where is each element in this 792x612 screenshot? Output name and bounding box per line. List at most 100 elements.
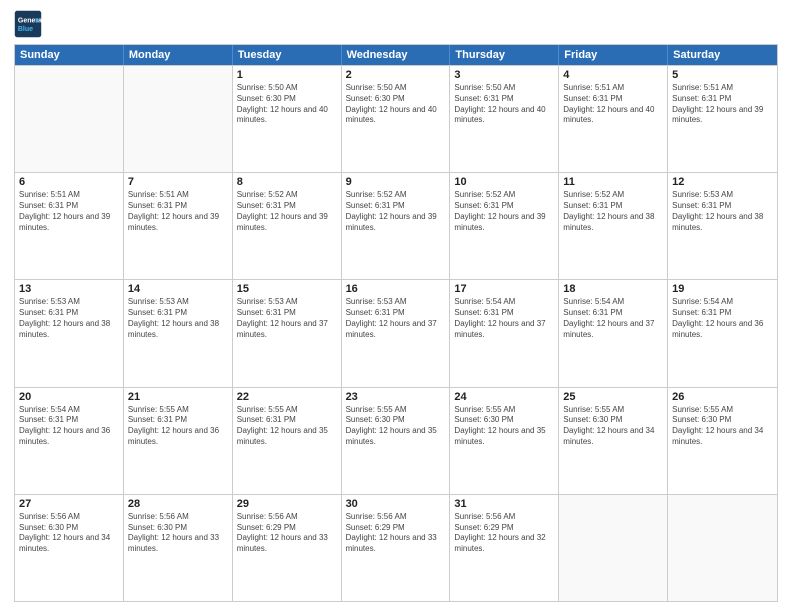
- day-cell-10: 10 Sunrise: 5:52 AMSunset: 6:31 PMDaylig…: [450, 173, 559, 279]
- day-detail: Sunrise: 5:56 AMSunset: 6:29 PMDaylight:…: [454, 512, 554, 555]
- empty-cell: [559, 495, 668, 601]
- day-detail: Sunrise: 5:55 AMSunset: 6:30 PMDaylight:…: [672, 405, 773, 448]
- day-header-thursday: Thursday: [450, 45, 559, 65]
- day-number: 3: [454, 69, 554, 81]
- day-detail: Sunrise: 5:51 AMSunset: 6:31 PMDaylight:…: [19, 190, 119, 233]
- day-detail: Sunrise: 5:54 AMSunset: 6:31 PMDaylight:…: [563, 297, 663, 340]
- day-cell-16: 16 Sunrise: 5:53 AMSunset: 6:31 PMDaylig…: [342, 280, 451, 386]
- day-cell-25: 25 Sunrise: 5:55 AMSunset: 6:30 PMDaylig…: [559, 388, 668, 494]
- empty-cell: [15, 66, 124, 172]
- empty-cell: [124, 66, 233, 172]
- page: General Blue SundayMondayTuesdayWednesda…: [0, 0, 792, 612]
- calendar-body: 1 Sunrise: 5:50 AMSunset: 6:30 PMDayligh…: [15, 65, 777, 601]
- day-detail: Sunrise: 5:54 AMSunset: 6:31 PMDaylight:…: [454, 297, 554, 340]
- day-detail: Sunrise: 5:52 AMSunset: 6:31 PMDaylight:…: [346, 190, 446, 233]
- day-number: 26: [672, 391, 773, 403]
- day-cell-13: 13 Sunrise: 5:53 AMSunset: 6:31 PMDaylig…: [15, 280, 124, 386]
- day-cell-6: 6 Sunrise: 5:51 AMSunset: 6:31 PMDayligh…: [15, 173, 124, 279]
- day-cell-15: 15 Sunrise: 5:53 AMSunset: 6:31 PMDaylig…: [233, 280, 342, 386]
- day-detail: Sunrise: 5:56 AMSunset: 6:30 PMDaylight:…: [128, 512, 228, 555]
- day-header-tuesday: Tuesday: [233, 45, 342, 65]
- day-detail: Sunrise: 5:54 AMSunset: 6:31 PMDaylight:…: [19, 405, 119, 448]
- day-number: 13: [19, 283, 119, 295]
- day-detail: Sunrise: 5:51 AMSunset: 6:31 PMDaylight:…: [563, 83, 663, 126]
- day-cell-5: 5 Sunrise: 5:51 AMSunset: 6:31 PMDayligh…: [668, 66, 777, 172]
- day-number: 11: [563, 176, 663, 188]
- day-cell-14: 14 Sunrise: 5:53 AMSunset: 6:31 PMDaylig…: [124, 280, 233, 386]
- day-number: 20: [19, 391, 119, 403]
- day-header-wednesday: Wednesday: [342, 45, 451, 65]
- day-number: 31: [454, 498, 554, 510]
- week-row-4: 20 Sunrise: 5:54 AMSunset: 6:31 PMDaylig…: [15, 387, 777, 494]
- day-detail: Sunrise: 5:50 AMSunset: 6:30 PMDaylight:…: [237, 83, 337, 126]
- day-cell-19: 19 Sunrise: 5:54 AMSunset: 6:31 PMDaylig…: [668, 280, 777, 386]
- day-detail: Sunrise: 5:53 AMSunset: 6:31 PMDaylight:…: [128, 297, 228, 340]
- day-number: 14: [128, 283, 228, 295]
- day-number: 12: [672, 176, 773, 188]
- day-detail: Sunrise: 5:52 AMSunset: 6:31 PMDaylight:…: [454, 190, 554, 233]
- day-detail: Sunrise: 5:55 AMSunset: 6:31 PMDaylight:…: [128, 405, 228, 448]
- day-detail: Sunrise: 5:54 AMSunset: 6:31 PMDaylight:…: [672, 297, 773, 340]
- day-detail: Sunrise: 5:56 AMSunset: 6:30 PMDaylight:…: [19, 512, 119, 555]
- day-number: 5: [672, 69, 773, 81]
- day-cell-21: 21 Sunrise: 5:55 AMSunset: 6:31 PMDaylig…: [124, 388, 233, 494]
- day-cell-9: 9 Sunrise: 5:52 AMSunset: 6:31 PMDayligh…: [342, 173, 451, 279]
- day-cell-11: 11 Sunrise: 5:52 AMSunset: 6:31 PMDaylig…: [559, 173, 668, 279]
- day-number: 18: [563, 283, 663, 295]
- day-number: 23: [346, 391, 446, 403]
- day-number: 9: [346, 176, 446, 188]
- day-cell-23: 23 Sunrise: 5:55 AMSunset: 6:30 PMDaylig…: [342, 388, 451, 494]
- day-detail: Sunrise: 5:50 AMSunset: 6:30 PMDaylight:…: [346, 83, 446, 126]
- day-header-sunday: Sunday: [15, 45, 124, 65]
- logo-icon: General Blue: [14, 10, 42, 38]
- day-cell-28: 28 Sunrise: 5:56 AMSunset: 6:30 PMDaylig…: [124, 495, 233, 601]
- day-cell-1: 1 Sunrise: 5:50 AMSunset: 6:30 PMDayligh…: [233, 66, 342, 172]
- day-detail: Sunrise: 5:56 AMSunset: 6:29 PMDaylight:…: [346, 512, 446, 555]
- day-cell-26: 26 Sunrise: 5:55 AMSunset: 6:30 PMDaylig…: [668, 388, 777, 494]
- week-row-3: 13 Sunrise: 5:53 AMSunset: 6:31 PMDaylig…: [15, 279, 777, 386]
- day-number: 19: [672, 283, 773, 295]
- day-detail: Sunrise: 5:51 AMSunset: 6:31 PMDaylight:…: [672, 83, 773, 126]
- day-detail: Sunrise: 5:53 AMSunset: 6:31 PMDaylight:…: [672, 190, 773, 233]
- day-number: 15: [237, 283, 337, 295]
- day-cell-17: 17 Sunrise: 5:54 AMSunset: 6:31 PMDaylig…: [450, 280, 559, 386]
- week-row-1: 1 Sunrise: 5:50 AMSunset: 6:30 PMDayligh…: [15, 65, 777, 172]
- day-cell-18: 18 Sunrise: 5:54 AMSunset: 6:31 PMDaylig…: [559, 280, 668, 386]
- day-cell-7: 7 Sunrise: 5:51 AMSunset: 6:31 PMDayligh…: [124, 173, 233, 279]
- day-detail: Sunrise: 5:55 AMSunset: 6:30 PMDaylight:…: [346, 405, 446, 448]
- day-number: 17: [454, 283, 554, 295]
- day-number: 6: [19, 176, 119, 188]
- day-detail: Sunrise: 5:53 AMSunset: 6:31 PMDaylight:…: [19, 297, 119, 340]
- day-number: 24: [454, 391, 554, 403]
- day-detail: Sunrise: 5:55 AMSunset: 6:30 PMDaylight:…: [563, 405, 663, 448]
- day-cell-2: 2 Sunrise: 5:50 AMSunset: 6:30 PMDayligh…: [342, 66, 451, 172]
- day-detail: Sunrise: 5:50 AMSunset: 6:31 PMDaylight:…: [454, 83, 554, 126]
- day-number: 25: [563, 391, 663, 403]
- day-number: 1: [237, 69, 337, 81]
- day-detail: Sunrise: 5:52 AMSunset: 6:31 PMDaylight:…: [237, 190, 337, 233]
- day-number: 29: [237, 498, 337, 510]
- day-cell-27: 27 Sunrise: 5:56 AMSunset: 6:30 PMDaylig…: [15, 495, 124, 601]
- day-cell-31: 31 Sunrise: 5:56 AMSunset: 6:29 PMDaylig…: [450, 495, 559, 601]
- day-detail: Sunrise: 5:53 AMSunset: 6:31 PMDaylight:…: [346, 297, 446, 340]
- day-detail: Sunrise: 5:56 AMSunset: 6:29 PMDaylight:…: [237, 512, 337, 555]
- day-number: 16: [346, 283, 446, 295]
- day-number: 22: [237, 391, 337, 403]
- day-detail: Sunrise: 5:55 AMSunset: 6:30 PMDaylight:…: [454, 405, 554, 448]
- day-detail: Sunrise: 5:53 AMSunset: 6:31 PMDaylight:…: [237, 297, 337, 340]
- day-cell-29: 29 Sunrise: 5:56 AMSunset: 6:29 PMDaylig…: [233, 495, 342, 601]
- day-header-monday: Monday: [124, 45, 233, 65]
- logo: General Blue: [14, 10, 45, 38]
- day-number: 27: [19, 498, 119, 510]
- day-number: 8: [237, 176, 337, 188]
- week-row-2: 6 Sunrise: 5:51 AMSunset: 6:31 PMDayligh…: [15, 172, 777, 279]
- day-number: 21: [128, 391, 228, 403]
- day-detail: Sunrise: 5:52 AMSunset: 6:31 PMDaylight:…: [563, 190, 663, 233]
- day-number: 7: [128, 176, 228, 188]
- day-cell-20: 20 Sunrise: 5:54 AMSunset: 6:31 PMDaylig…: [15, 388, 124, 494]
- day-number: 2: [346, 69, 446, 81]
- day-cell-24: 24 Sunrise: 5:55 AMSunset: 6:30 PMDaylig…: [450, 388, 559, 494]
- day-cell-8: 8 Sunrise: 5:52 AMSunset: 6:31 PMDayligh…: [233, 173, 342, 279]
- day-number: 30: [346, 498, 446, 510]
- day-number: 4: [563, 69, 663, 81]
